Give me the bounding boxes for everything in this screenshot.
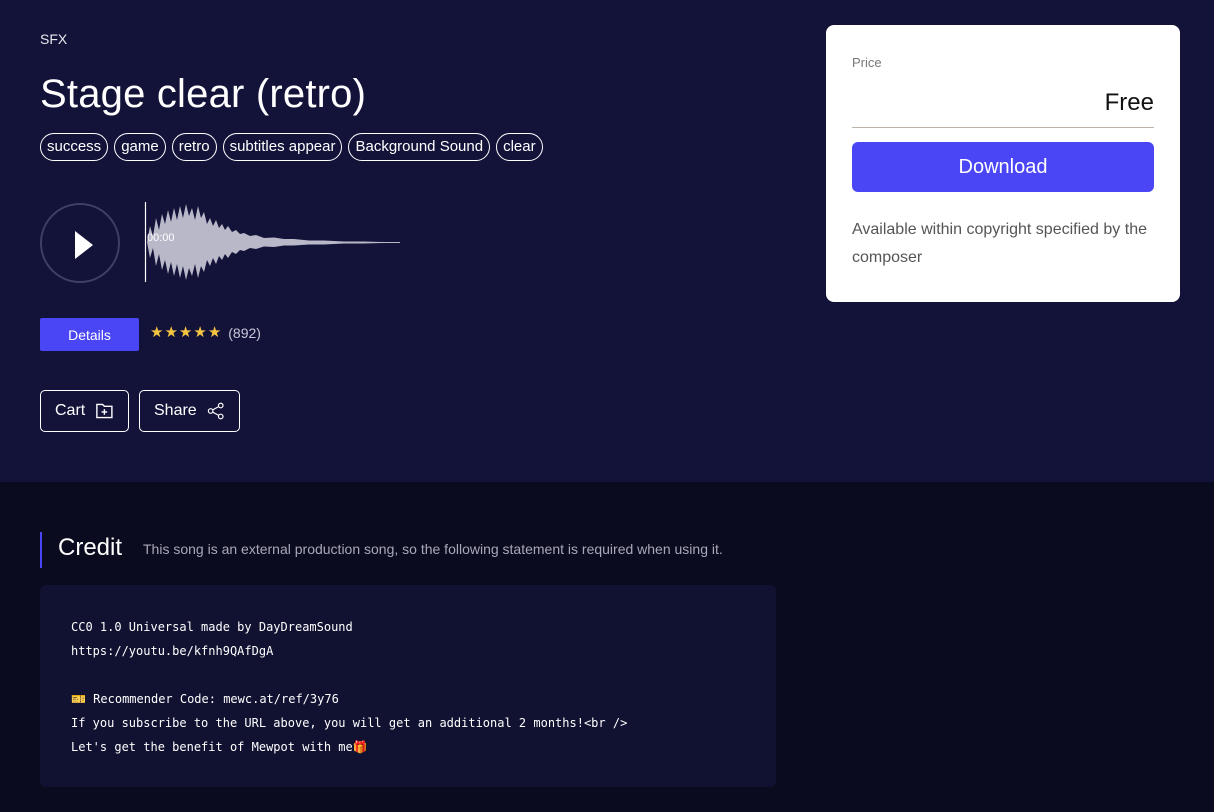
credit-statement-box: CC0 1.0 Universal made by DayDreamSound … (40, 585, 776, 787)
share-button[interactable]: Share (139, 390, 240, 432)
price-divider (852, 127, 1154, 128)
star-icon: ★ (150, 324, 164, 341)
credit-line (71, 667, 745, 691)
cart-button-label: Cart (55, 402, 86, 419)
tag-background-sound[interactable]: Background Sound (348, 133, 491, 161)
rating: ★ ★ ★ ★ ★ (892) (150, 324, 261, 342)
star-icon: ★ (178, 324, 193, 341)
page-title: Stage clear (retro) (40, 72, 367, 116)
license-note: Available within copyright specified by … (852, 221, 1147, 266)
price-label: Price (852, 55, 882, 70)
playback-time: 00:00 (147, 232, 175, 244)
category-label: SFX (40, 31, 68, 47)
share-button-label: Share (154, 402, 197, 419)
star-icon: ★ (207, 324, 222, 341)
tag-success[interactable]: success (40, 133, 109, 161)
rating-count: (892) (228, 325, 261, 341)
credit-line: If you subscribe to the URL above, you w… (71, 716, 628, 730)
credit-line: Let's get the benefit of Mewpot with me🎁 (71, 740, 368, 754)
add-to-cart-icon (96, 403, 113, 419)
play-icon (75, 231, 93, 259)
price-card: Price Free Download Available within cop… (826, 25, 1180, 302)
tag-list: success game retro subtitles appear Back… (40, 133, 543, 161)
details-button[interactable]: Details (40, 318, 139, 351)
share-icon (207, 402, 224, 420)
download-button[interactable]: Download (852, 142, 1154, 192)
credit-line: 🎫 Recommender Code: mewc.at/ref/3y76 (71, 692, 339, 706)
credit-line: https://youtu.be/kfnh9QAfDgA (71, 644, 274, 658)
price-value: Free (1104, 89, 1154, 116)
audio-waveform[interactable] (144, 200, 404, 284)
play-button[interactable] (40, 203, 120, 283)
tag-subtitles-appear[interactable]: subtitles appear (222, 133, 343, 161)
credit-title: Credit (58, 534, 123, 561)
credit-accent-bar (40, 532, 42, 568)
tag-retro[interactable]: retro (171, 133, 217, 161)
tag-clear[interactable]: clear (496, 133, 543, 161)
star-icon: ★ (164, 324, 178, 341)
tag-game[interactable]: game (114, 133, 166, 161)
cart-button[interactable]: Cart (40, 390, 129, 432)
star-icon: ★ (193, 324, 207, 341)
credit-line: CC0 1.0 Universal made by DayDreamSound (71, 620, 353, 634)
hero-section: SFX Stage clear (retro) success game ret… (0, 0, 1214, 482)
credit-subtitle: This song is an external production song… (143, 541, 723, 557)
